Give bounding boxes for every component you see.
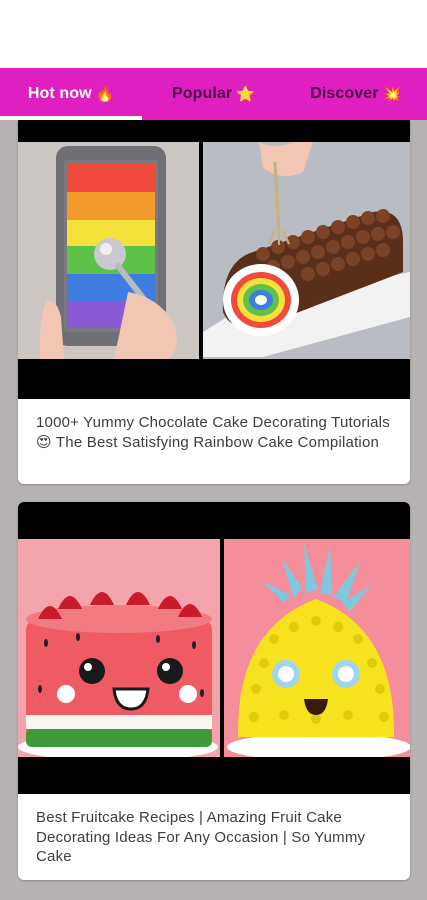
- video-card[interactable]: Best Fruitcake Recipes | Amazing Fruit C…: [18, 502, 410, 880]
- fire-icon: 🔥: [95, 86, 115, 103]
- star-icon: ⭐: [236, 86, 256, 103]
- tab-discover[interactable]: Discover 💥: [285, 68, 427, 120]
- video-card[interactable]: 1000+ Yummy Chocolate Cake Decorating Tu…: [18, 120, 410, 484]
- video-thumbnail[interactable]: [18, 120, 410, 399]
- collision-icon: 💥: [382, 86, 402, 103]
- pineapple-cake-image: [224, 539, 410, 757]
- video-title[interactable]: Best Fruitcake Recipes | Amazing Fruit C…: [18, 794, 410, 867]
- status-bar-area: [0, 0, 427, 68]
- tab-hot-now[interactable]: Hot now 🔥: [0, 68, 143, 120]
- tab-bar: Hot now 🔥 Popular ⭐ Discover 💥: [0, 68, 427, 120]
- video-feed[interactable]: 1000+ Yummy Chocolate Cake Decorating Tu…: [0, 120, 427, 900]
- tab-label: Popular: [171, 85, 233, 102]
- tab-label: Hot now: [27, 85, 92, 102]
- video-title[interactable]: 1000+ Yummy Chocolate Cake Decorating Tu…: [18, 399, 410, 452]
- tab-label: Discover: [310, 85, 379, 102]
- rainbow-cake-image: [18, 142, 199, 359]
- tab-popular[interactable]: Popular ⭐: [142, 68, 284, 120]
- watermelon-cake-image: [18, 539, 220, 757]
- chocolate-rainbow-roll-image: [203, 142, 410, 359]
- video-thumbnail[interactable]: [18, 502, 410, 794]
